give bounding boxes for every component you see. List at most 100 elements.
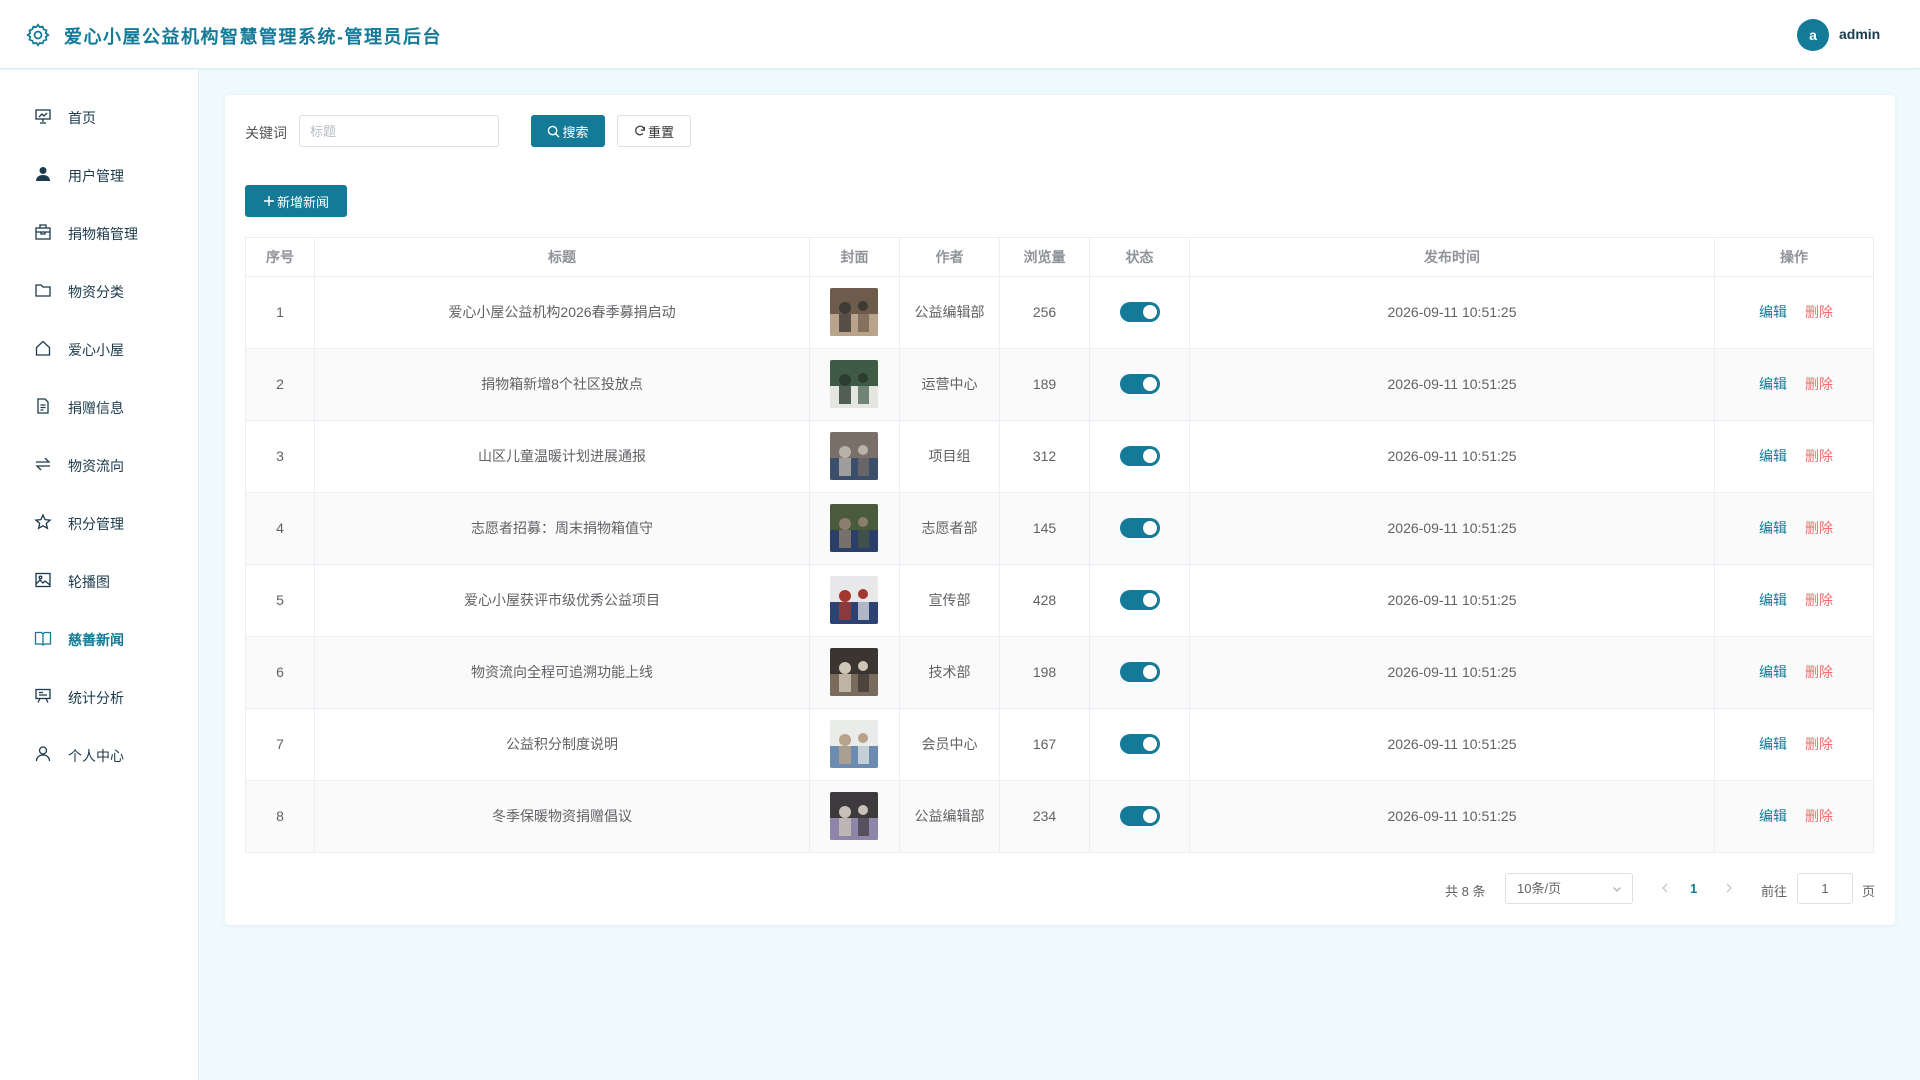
sidebar-item-label: 物资分类 <box>68 284 124 300</box>
sidebar-item-label: 个人中心 <box>68 748 124 764</box>
status-toggle[interactable] <box>1120 806 1160 826</box>
status-toggle[interactable] <box>1120 302 1160 322</box>
cell-actions: 编辑 删除 <box>1715 637 1873 708</box>
cover-image[interactable] <box>830 720 878 768</box>
page-number-current[interactable]: 1 <box>1690 881 1697 896</box>
cell-publish-time: 2026-09-11 10:51:25 <box>1190 493 1715 564</box>
cell-title: 爱心小屋公益机构2026春季募捐启动 <box>315 277 810 348</box>
avatar[interactable]: a <box>1797 19 1829 51</box>
username[interactable]: admin <box>1839 26 1880 42</box>
edit-button[interactable]: 编辑 <box>1759 565 1787 636</box>
sidebar-item-home[interactable]: 首页 <box>0 87 199 145</box>
status-toggle[interactable] <box>1120 518 1160 538</box>
cell-cover <box>810 349 900 420</box>
sidebar-item-love-house[interactable]: 爱心小屋 <box>0 319 199 377</box>
table-row: 6 物资流向全程可追溯功能上线 技术部 198 2026-09-11 10:51:25 编… <box>245 637 1874 709</box>
user-filled-icon <box>36 167 50 181</box>
sidebar-item-donation-info[interactable]: 捐赠信息 <box>0 377 199 435</box>
status-toggle[interactable] <box>1120 446 1160 466</box>
cell-cover <box>810 781 900 852</box>
folder-icon <box>35 284 51 297</box>
search-button-label: 搜索 <box>562 124 589 140</box>
cover-image[interactable] <box>830 360 878 408</box>
cell-title: 公益积分制度说明 <box>315 709 810 780</box>
pagination-total: 共 8 条 <box>1445 884 1486 899</box>
sidebar-item-box-management[interactable]: 捐物箱管理 <box>0 203 199 261</box>
edit-button[interactable]: 编辑 <box>1759 277 1787 348</box>
sidebar-item-label: 统计分析 <box>68 690 124 706</box>
delete-button[interactable]: 删除 <box>1805 421 1833 492</box>
reading-icon <box>34 631 52 646</box>
status-toggle[interactable] <box>1120 590 1160 610</box>
cell-status <box>1090 493 1190 564</box>
data-board-icon <box>35 688 51 703</box>
cover-image[interactable] <box>830 576 878 624</box>
cell-index: 2 <box>246 349 315 420</box>
table-row: 4 志愿者招募：周末捐物箱值守 志愿者部 145 2026-09-11 10:51:25… <box>245 493 1874 565</box>
cell-author: 公益编辑部 <box>900 781 1000 852</box>
box-icon <box>35 224 51 240</box>
edit-button[interactable]: 编辑 <box>1759 421 1787 492</box>
cell-cover <box>810 493 900 564</box>
delete-button[interactable]: 删除 <box>1805 781 1833 852</box>
edit-button[interactable]: 编辑 <box>1759 709 1787 780</box>
cell-status <box>1090 709 1190 780</box>
cover-image[interactable] <box>830 288 878 336</box>
status-toggle[interactable] <box>1120 662 1160 682</box>
cell-title: 爱心小屋获评市级优秀公益项目 <box>315 565 810 636</box>
column-header-status: 状态 <box>1090 238 1190 277</box>
edit-button[interactable]: 编辑 <box>1759 637 1787 708</box>
cell-views: 145 <box>1000 493 1090 564</box>
edit-button[interactable]: 编辑 <box>1759 781 1787 852</box>
cell-status <box>1090 781 1190 852</box>
prev-page-icon[interactable] <box>1657 880 1673 896</box>
edit-button[interactable]: 编辑 <box>1759 349 1787 420</box>
cell-index: 1 <box>246 277 315 348</box>
delete-button[interactable]: 删除 <box>1805 637 1833 708</box>
table-row: 1 爱心小屋公益机构2026春季募捐启动 公益编辑部 256 2026-09-11 10… <box>245 277 1874 349</box>
delete-button[interactable]: 删除 <box>1805 493 1833 564</box>
page-suffix: 页 <box>1862 884 1876 899</box>
sidebar: 首页 用户管理 捐物箱管理 物资分类 爱心小屋 捐赠信息 物资流向 积分管理 轮… <box>0 70 199 1080</box>
reset-button-label: 重置 <box>647 124 674 140</box>
cover-image[interactable] <box>830 432 878 480</box>
delete-button[interactable]: 删除 <box>1805 349 1833 420</box>
add-news-button[interactable]: 新增新闻 <box>245 185 347 217</box>
status-toggle[interactable] <box>1120 374 1160 394</box>
cell-index: 7 <box>246 709 315 780</box>
sidebar-item-profile[interactable]: 个人中心 <box>0 725 199 783</box>
status-toggle[interactable] <box>1120 734 1160 754</box>
search-button[interactable]: 搜索 <box>531 115 605 147</box>
cell-views: 198 <box>1000 637 1090 708</box>
sidebar-item-points[interactable]: 积分管理 <box>0 493 199 551</box>
delete-button[interactable]: 删除 <box>1805 565 1833 636</box>
sidebar-item-charity-news[interactable]: 慈善新闻 <box>0 609 199 667</box>
sidebar-item-material-category[interactable]: 物资分类 <box>0 261 199 319</box>
cell-publish-time: 2026-09-11 10:51:25 <box>1190 709 1715 780</box>
next-page-icon[interactable] <box>1721 880 1737 896</box>
column-header-views: 浏览量 <box>1000 238 1090 277</box>
keyword-input[interactable] <box>299 115 499 147</box>
sidebar-item-label: 积分管理 <box>68 516 124 532</box>
goto-page-input[interactable] <box>1797 873 1853 904</box>
cover-image[interactable] <box>830 792 878 840</box>
top-header: 爱心小屋公益机构智慧管理系统-管理员后台 a admin <box>0 0 1920 69</box>
delete-button[interactable]: 删除 <box>1805 277 1833 348</box>
cover-image[interactable] <box>830 648 878 696</box>
reset-button[interactable]: 重置 <box>617 115 691 147</box>
delete-button[interactable]: 删除 <box>1805 709 1833 780</box>
cover-image[interactable] <box>830 504 878 552</box>
cell-actions: 编辑 删除 <box>1715 781 1873 852</box>
edit-button[interactable]: 编辑 <box>1759 493 1787 564</box>
cell-author: 宣传部 <box>900 565 1000 636</box>
cell-publish-time: 2026-09-11 10:51:25 <box>1190 637 1715 708</box>
cell-status <box>1090 421 1190 492</box>
sidebar-item-statistics[interactable]: 统计分析 <box>0 667 199 725</box>
cell-index: 5 <box>246 565 315 636</box>
cell-status <box>1090 349 1190 420</box>
sidebar-item-carousel[interactable]: 轮播图 <box>0 551 199 609</box>
sidebar-item-user-management[interactable]: 用户管理 <box>0 145 199 203</box>
page-size-select[interactable]: 10条/页 <box>1505 873 1633 904</box>
star-icon <box>34 513 52 530</box>
sidebar-item-material-flow[interactable]: 物资流向 <box>0 435 199 493</box>
